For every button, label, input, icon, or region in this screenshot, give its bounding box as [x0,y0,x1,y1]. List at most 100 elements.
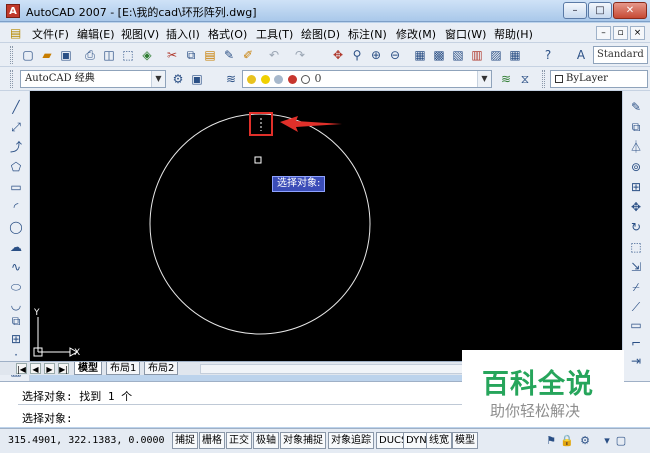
paste-icon[interactable]: ▤ [202,47,218,63]
menu-edit[interactable]: 编辑(E) [77,26,115,42]
tab-layout2[interactable]: 布局2 [144,362,179,375]
polygon-icon[interactable]: ⬠ [8,159,24,175]
last-tab-icon[interactable]: ▶| [58,363,69,374]
model-toggle[interactable]: 模型 [452,432,478,449]
maximize-button[interactable]: □ [588,2,612,19]
markup-icon[interactable]: ▨ [488,47,504,63]
help-icon[interactable]: ? [540,47,556,63]
menu-window[interactable]: 窗口(W) [445,26,486,42]
toolbar-grip[interactable] [542,70,545,88]
menu-draw[interactable]: 绘图(D) [301,26,340,42]
undo-icon[interactable]: ↶ [266,47,282,63]
mirror-icon[interactable]: ⏃ [628,139,644,155]
construction-line-icon[interactable]: ⤢ [8,119,24,135]
doc-minimize-button[interactable]: – [596,26,611,40]
stretch-icon[interactable]: ⇲ [628,259,644,275]
join-icon[interactable]: ⇥ [628,353,644,369]
snap-toggle[interactable]: 捕捉 [172,432,198,449]
spline-icon[interactable]: ∿ [8,259,24,275]
minimize-button[interactable]: – [563,2,587,19]
menu-tools[interactable]: 工具(T) [256,26,293,42]
menu-file[interactable]: 文件(F) [32,26,69,42]
tool-palettes-icon[interactable]: ▧ [450,47,466,63]
next-tab-icon[interactable]: ▶ [44,363,55,374]
clean-screen-icon[interactable]: ▢ [614,434,628,448]
rectangle-icon[interactable]: ▭ [8,179,24,195]
ellipse-arc-icon[interactable]: ◡ [8,297,24,313]
layer-combo[interactable]: 0 ▼ [242,70,492,88]
block-editor-icon[interactable]: ✐ [240,47,256,63]
make-block-icon[interactable]: ⊞ [8,331,24,347]
rotate-icon[interactable]: ↻ [628,219,644,235]
print-preview-icon[interactable]: ◫ [101,47,117,63]
document-icon[interactable]: ▤ [10,26,26,40]
prev-tab-icon[interactable]: ◀ [30,363,41,374]
polyline-icon[interactable]: ⤴ [8,139,24,155]
menu-dimension[interactable]: 标注(N) [348,26,387,42]
copy-icon[interactable]: ⧉ [183,47,199,63]
layer-previous-icon[interactable]: ⧖ [517,71,533,87]
osnap-toggle[interactable]: 对象捕捉 [280,432,326,449]
zoom-previous-icon[interactable]: ⊖ [387,47,403,63]
save-workspace-icon[interactable]: ▣ [189,71,205,87]
new-file-icon[interactable]: ▢ [20,47,36,63]
copy-object-icon[interactable]: ⧉ [628,119,644,135]
design-center-icon[interactable]: ▩ [431,47,447,63]
close-button[interactable]: ✕ [613,2,647,19]
break-icon[interactable]: ▭ [628,317,644,333]
polar-toggle[interactable]: 极轴 [253,432,279,449]
array-icon[interactable]: ⊞ [628,179,644,195]
color-combo[interactable]: ByLayer [550,70,648,88]
command-prompt[interactable]: 选择对象: [22,410,73,426]
erase-icon[interactable]: ✎ [628,99,644,115]
calculator-icon[interactable]: ▦ [507,47,523,63]
text-style-icon[interactable]: A [573,47,589,63]
zoom-window-icon[interactable]: ⊕ [368,47,384,63]
chevron-down-icon[interactable]: ▼ [151,71,165,87]
toolbar-grip[interactable] [10,70,13,88]
menu-view[interactable]: 视图(V) [121,26,159,42]
redo-icon[interactable]: ↷ [292,47,308,63]
arc-icon[interactable]: ◜ [8,199,24,215]
extend-icon[interactable]: ⟋ [628,299,644,315]
layer-manager-icon[interactable]: ≋ [223,71,239,87]
chamfer-icon[interactable]: ⌐ [628,335,644,351]
autocad-app-icon[interactable]: A [6,4,20,18]
workspace-combo[interactable]: AutoCAD 经典 ▼ [20,70,166,88]
menu-insert[interactable]: 插入(I) [166,26,200,42]
otrack-toggle[interactable]: 对象追踪 [328,432,374,449]
first-tab-icon[interactable]: |◀ [16,363,27,374]
ortho-toggle[interactable]: 正交 [226,432,252,449]
chevron-down-icon[interactable]: ▼ [477,71,491,87]
chevron-down-icon[interactable]: ▾ [600,434,614,448]
tab-layout1[interactable]: 布局1 [106,362,141,375]
toolbar-grip[interactable] [10,46,13,64]
make-current-layer-icon[interactable]: ≋ [498,71,514,87]
text-style-combo[interactable]: Standard [593,46,648,64]
tray-settings-icon[interactable]: ⚙ [578,434,592,448]
match-properties-icon[interactable]: ✎ [221,47,237,63]
save-icon[interactable]: ▣ [58,47,74,63]
properties-icon[interactable]: ▦ [412,47,428,63]
move-icon[interactable]: ✥ [628,199,644,215]
print-icon[interactable]: ⎙ [82,47,98,63]
revision-cloud-icon[interactable]: ☁ [8,239,24,255]
drawing-area[interactable]: Y X 选择对象: [30,91,622,361]
ellipse-icon[interactable]: ⬭ [8,279,24,295]
zoom-realtime-icon[interactable]: ⚲ [349,47,365,63]
open-file-icon[interactable]: ▰ [39,47,55,63]
3d-dwf-icon[interactable]: ◈ [139,47,155,63]
cut-icon[interactable]: ✂ [164,47,180,63]
sheet-set-icon[interactable]: ▥ [469,47,485,63]
grid-toggle[interactable]: 栅格 [199,432,225,449]
pan-icon[interactable]: ✥ [330,47,346,63]
insert-block-icon[interactable]: ⧉ [8,313,24,329]
line-icon[interactable]: ╱ [8,99,24,115]
scale-icon[interactable]: ⬚ [628,239,644,255]
communication-center-icon[interactable]: ⚑ [544,434,558,448]
circle-icon[interactable]: ◯ [8,219,24,235]
offset-icon[interactable]: ⊚ [628,159,644,175]
menu-modify[interactable]: 修改(M) [396,26,436,42]
lineweight-toggle[interactable]: 线宽 [426,432,452,449]
tab-model[interactable]: 模型 [74,362,102,375]
